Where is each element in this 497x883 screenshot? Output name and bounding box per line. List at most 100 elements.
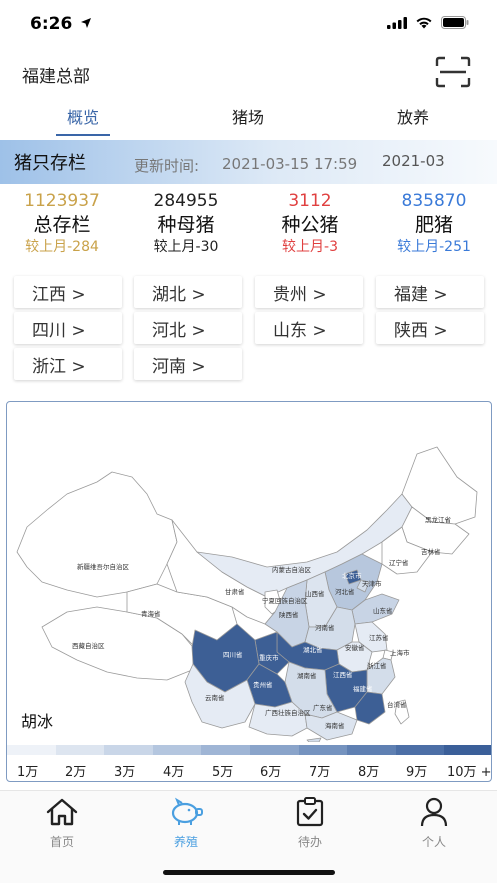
region-button-shaanxi[interactable]: 陕西 > — [376, 312, 484, 344]
region-button-hebei[interactable]: 河北 > — [134, 312, 242, 344]
stat-value: 835870 — [401, 191, 467, 211]
region-button-jiangxi[interactable]: 江西 > — [14, 276, 122, 308]
nav-label: 养殖 — [173, 835, 198, 849]
stat-total: 1123937 总存栏 较上月-284 — [0, 190, 124, 256]
legend-label: 1万 — [17, 765, 39, 780]
home-icon — [46, 798, 78, 826]
stat-label: 肥猪 — [414, 214, 453, 236]
piggy-icon — [171, 797, 203, 825]
map-label-jilin: 吉林省 — [421, 547, 441, 556]
stat-value: 3112 — [288, 191, 332, 211]
app-header: 福建总部 — [0, 50, 497, 94]
nav-item-breeding[interactable]: 养殖 — [146, 797, 226, 850]
map-label-anhui: 安徽省 — [345, 643, 365, 652]
legend-swatch — [444, 745, 491, 755]
legend-label: 8万 — [358, 765, 380, 780]
map-user-name: 胡冰 — [21, 712, 54, 731]
map-label-shanghai: 上海市 — [390, 648, 410, 657]
home-indicator — [163, 870, 335, 875]
tab-overview[interactable]: 概览 — [38, 104, 128, 128]
map-label-xizang: 西藏自治区 — [72, 641, 105, 650]
legend-swatch — [201, 745, 250, 755]
inventory-section-header: 猪只存栏 更新时间: 2021-03-15 17:59 2021-03 — [0, 140, 497, 184]
legend-label: 6万 — [260, 765, 282, 780]
region-button-zhejiang[interactable]: 浙江 > — [14, 348, 122, 380]
update-time-value: 2021-03-15 17:59 — [222, 155, 358, 173]
stats-row: 1123937 总存栏 较上月-284 284955 种母猪 较上月-30 31… — [0, 190, 497, 260]
stat-value: 284955 — [153, 191, 219, 211]
org-title: 福建总部 — [22, 67, 90, 87]
stat-change: 较上月-3 — [282, 239, 338, 255]
stat-label: 总存栏 — [33, 214, 91, 236]
map-label-hainan: 海南省 — [325, 721, 345, 730]
map-label-hunan: 湖南省 — [297, 671, 317, 680]
map-label-guizhou: 贵州省 — [253, 680, 273, 689]
stat-boars: 3112 种公猪 较上月-3 — [248, 190, 372, 256]
legend-swatch — [55, 745, 105, 755]
nav-item-profile[interactable]: 个人 — [394, 797, 474, 850]
map-label-qinghai: 青海省 — [141, 609, 161, 618]
inventory-map: 新疆维吾尔自治区 西藏自治区 青海省 甘肃省 内蒙古自治区 黑龙江省 吉林省 辽… — [6, 401, 492, 782]
china-map: 新疆维吾尔自治区 西藏自治区 青海省 甘肃省 内蒙古自治区 黑龙江省 吉林省 辽… — [16, 446, 478, 742]
map-label-gansu: 甘肃省 — [225, 587, 245, 596]
region-button-hubei[interactable]: 湖北 > — [134, 276, 242, 308]
top-tabs: 概览 猪场 放养 — [0, 96, 497, 138]
map-label-beijing: 北京市 — [342, 571, 362, 580]
nav-item-home[interactable]: 首页 — [22, 797, 102, 850]
nav-label: 待办 — [297, 835, 322, 849]
legend-label: 9万 — [406, 765, 428, 780]
month-selector[interactable]: 2021-03 — [382, 152, 445, 170]
map-label-jiangxi: 江西省 — [333, 670, 353, 679]
map-legend: 1万 2万 3万 4万 5万 6万 7万 8万 9万 10万 + — [7, 745, 492, 781]
map-label-tianjin: 天津市 — [362, 579, 382, 588]
map-label-yunnan: 云南省 — [205, 693, 225, 702]
region-button-guizhou[interactable]: 贵州 > — [255, 276, 363, 308]
region-button-fujian[interactable]: 福建 > — [376, 276, 484, 308]
nav-item-todo[interactable]: 待办 — [270, 797, 350, 850]
legend-label: 5万 — [212, 765, 234, 780]
stat-change: 较上月-251 — [397, 239, 471, 255]
legend-label: 2万 — [65, 765, 87, 780]
stat-fatteners: 835870 肥猪 较上月-251 — [372, 190, 496, 256]
map-label-fujian: 福建省 — [353, 684, 373, 693]
legend-swatch — [395, 745, 445, 755]
status-bar: 6:26 — [0, 0, 497, 50]
location-arrow-icon — [81, 18, 91, 28]
legend-swatch — [152, 745, 202, 755]
scan-icon[interactable] — [435, 56, 471, 88]
legend-swatch — [298, 745, 348, 755]
stat-change: 较上月-30 — [153, 239, 219, 255]
stat-label: 种公猪 — [281, 214, 339, 236]
section-title: 猪只存栏 — [14, 153, 86, 174]
region-button-shandong[interactable]: 山东 > — [255, 312, 363, 344]
battery-icon — [441, 16, 469, 29]
legend-label: 4万 — [163, 765, 185, 780]
stat-change: 较上月-284 — [25, 239, 99, 255]
map-label-heilongjiang: 黑龙江省 — [425, 515, 452, 524]
province-hainan[interactable] — [306, 737, 322, 742]
tab-farms[interactable]: 猪场 — [203, 104, 293, 128]
legend-swatch — [104, 745, 153, 755]
map-label-shandong: 山东省 — [373, 606, 393, 615]
person-icon — [420, 797, 448, 827]
active-tab-indicator — [56, 134, 110, 136]
tab-free-range[interactable]: 放养 — [368, 104, 458, 128]
stat-label: 种母猪 — [157, 214, 215, 236]
map-label-taiwan: 台湾省 — [387, 700, 407, 709]
legend-swatch — [7, 745, 56, 755]
legend-label: 10万 + — [447, 765, 492, 780]
map-label-guangxi: 广西壮族自治区 — [265, 708, 311, 717]
region-button-sichuan[interactable]: 四川 > — [14, 312, 122, 344]
map-label-xinjiang: 新疆维吾尔自治区 — [77, 562, 130, 571]
legend-label: 7万 — [309, 765, 331, 780]
province-xinjiang[interactable] — [16, 471, 178, 598]
legend-label: 3万 — [114, 765, 136, 780]
map-label-shanxi: 山西省 — [305, 589, 325, 598]
cellular-signal-icon — [387, 16, 407, 29]
clipboard-check-icon — [296, 797, 324, 827]
map-label-guangdong: 广东省 — [313, 703, 333, 712]
map-label-ningxia: 宁夏回族自治区 — [262, 596, 308, 605]
region-button-henan[interactable]: 河南 > — [134, 348, 242, 380]
map-label-chongqing: 重庆市 — [259, 653, 279, 662]
legend-swatch — [249, 745, 299, 755]
